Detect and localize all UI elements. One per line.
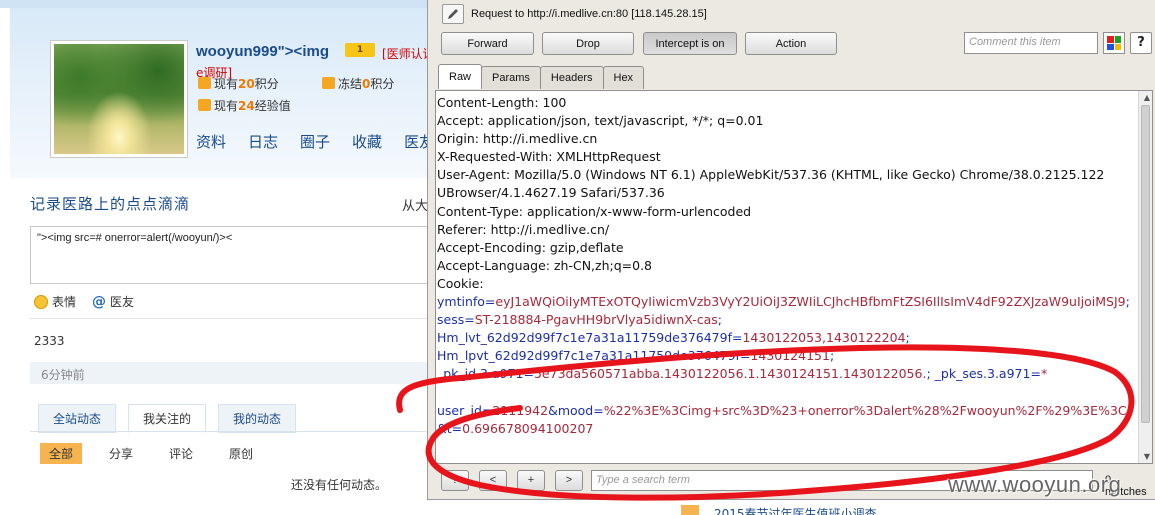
request-target: Request to http://i.medlive.cn:80 [118.1…: [471, 8, 707, 20]
feed-filters: 全部 分享 评论 原创: [40, 443, 262, 464]
journal-tools: 表情 @ 医友: [34, 293, 134, 310]
post-time: 6分钟前: [41, 368, 85, 382]
journal-from-label: 从大: [402, 199, 429, 214]
promo-icon: [681, 505, 699, 515]
profile-nav: 资料 日志 圈子 收藏 医友: [196, 131, 434, 152]
add-search-button[interactable]: +: [517, 470, 545, 491]
profile-nav-item-info[interactable]: 资料: [196, 131, 226, 152]
emoji-button[interactable]: 表情: [34, 293, 76, 310]
tab-my-activity[interactable]: 我的动态: [218, 404, 297, 433]
journal-input[interactable]: "><img src=# onerror=alert(/wooyun/)><: [30, 226, 430, 284]
search-help-button[interactable]: ?: [441, 470, 469, 491]
request-body-line: user_id=2111942&mood=%22%3E%3Cimg+src%3D…: [437, 402, 1127, 436]
points-icon: [198, 77, 211, 89]
profile-nav-item-circles[interactable]: 圈子: [300, 131, 330, 152]
profile-nav-item-blog[interactable]: 日志: [248, 131, 278, 152]
top-strip: [0, 0, 430, 8]
filter-comment[interactable]: 评论: [160, 443, 202, 464]
cookie-line: ymtinfo=eyJ1aWQiOiIyMTExOTQyIiwicmVzb3Vy…: [437, 294, 1130, 328]
empty-feed-message: 还没有任何动态。: [291, 478, 388, 492]
header-line: User-Agent: Mozilla/5.0 (Windows NT 6.1)…: [437, 167, 1105, 183]
filter-all[interactable]: 全部: [40, 443, 83, 464]
profile-nav-item-favorites[interactable]: 收藏: [352, 131, 382, 152]
comment-input[interactable]: Comment this item: [964, 32, 1098, 54]
cookie-line: Hm_lvt_62d92d99f7c1e7a31a11759de376479f=…: [437, 330, 910, 346]
vertical-scrollbar[interactable]: ▲ ▼: [1138, 91, 1152, 463]
frozen-icon: [322, 77, 335, 89]
points-stat: 现有20积分: [198, 75, 279, 92]
intercept-toggle-button[interactable]: Intercept is on: [643, 32, 737, 55]
divider: [30, 431, 430, 432]
header-line: Referer: http://i.medlive.cn/: [437, 221, 610, 237]
forward-button[interactable]: Forward: [441, 32, 534, 55]
scroll-thumb[interactable]: [1141, 105, 1150, 423]
highlight-color-button[interactable]: [1103, 32, 1125, 54]
tab-headers[interactable]: Headers: [539, 66, 604, 89]
journal-title: 记录医路上的点点滴滴: [30, 195, 191, 213]
help-button[interactable]: ?: [1130, 32, 1152, 54]
tab-following[interactable]: 我关注的: [128, 404, 207, 433]
tab-hex[interactable]: Hex: [602, 66, 645, 89]
raw-request-editor[interactable]: Content-Length: 100 Accept: application/…: [435, 90, 1153, 464]
pencil-icon: [448, 9, 458, 19]
message-tabs: Raw Params Headers Hex: [438, 64, 645, 89]
cookie-line: _pk_id.3.a971=5e73da560571abba.143012205…: [437, 366, 1048, 382]
avatar-image: [54, 44, 184, 154]
header-line: Accept: application/json, text/javascrip…: [437, 113, 764, 129]
smile-icon: [34, 294, 48, 309]
header-line: X-Requested-With: XMLHttpRequest: [437, 149, 661, 165]
scroll-up-icon[interactable]: ▲: [1144, 93, 1150, 102]
header-line: UBrowser/4.1.4627.19 Safari/537.36: [437, 185, 665, 201]
previous-match-button[interactable]: <: [479, 470, 507, 491]
watermark: www.wooyun.org: [948, 472, 1122, 497]
post-content: 2333: [34, 334, 65, 348]
header-line: Content-Length: 100: [437, 95, 567, 110]
mention-friend-button[interactable]: @ 医友: [92, 293, 134, 310]
divider: [30, 318, 430, 319]
edit-request-button[interactable]: [442, 4, 464, 24]
experience-stat: 现有24经验值: [198, 97, 291, 114]
header-line: Accept-Encoding: gzip,deflate: [437, 239, 624, 255]
level-badge: 1: [345, 43, 375, 57]
tab-site-activity[interactable]: 全站动态: [38, 404, 117, 433]
avatar[interactable]: [50, 40, 188, 158]
cookie-line: Hm_lpvt_62d92d99f7c1e7a31a11759de376479f…: [437, 348, 835, 364]
next-match-button[interactable]: >: [555, 470, 583, 491]
filter-original[interactable]: 原创: [220, 443, 262, 464]
at-icon: @: [92, 293, 107, 310]
header-line: Accept-Language: zh-CN,zh;q=0.8: [437, 257, 653, 273]
experience-icon: [198, 99, 211, 111]
action-button[interactable]: Action: [745, 32, 837, 55]
tab-params[interactable]: Params: [481, 66, 541, 89]
header-line: Content-Type: application/x-www-form-url…: [437, 203, 752, 219]
burp-intercept-panel: Request to http://i.medlive.cn:80 [118.1…: [427, 0, 1155, 500]
header-line: Origin: http://i.medlive.cn: [437, 131, 598, 147]
frozen-points-stat: 冻结0积分: [322, 75, 394, 92]
scroll-down-icon[interactable]: ▼: [1144, 452, 1150, 461]
raw-request-text: Content-Length: 100 Accept: application/…: [437, 94, 1135, 438]
tab-raw[interactable]: Raw: [438, 64, 483, 89]
header-line: Cookie:: [437, 275, 484, 291]
feed-tabs: 全站动态 我关注的 我的动态: [38, 404, 297, 433]
filter-share[interactable]: 分享: [100, 443, 142, 464]
drop-button[interactable]: Drop: [542, 32, 634, 55]
promo-link[interactable]: 2015春节过年医生值班小调查: [714, 505, 877, 515]
username[interactable]: wooyun999"><img: [196, 43, 329, 60]
post-time-bar: [30, 362, 430, 384]
